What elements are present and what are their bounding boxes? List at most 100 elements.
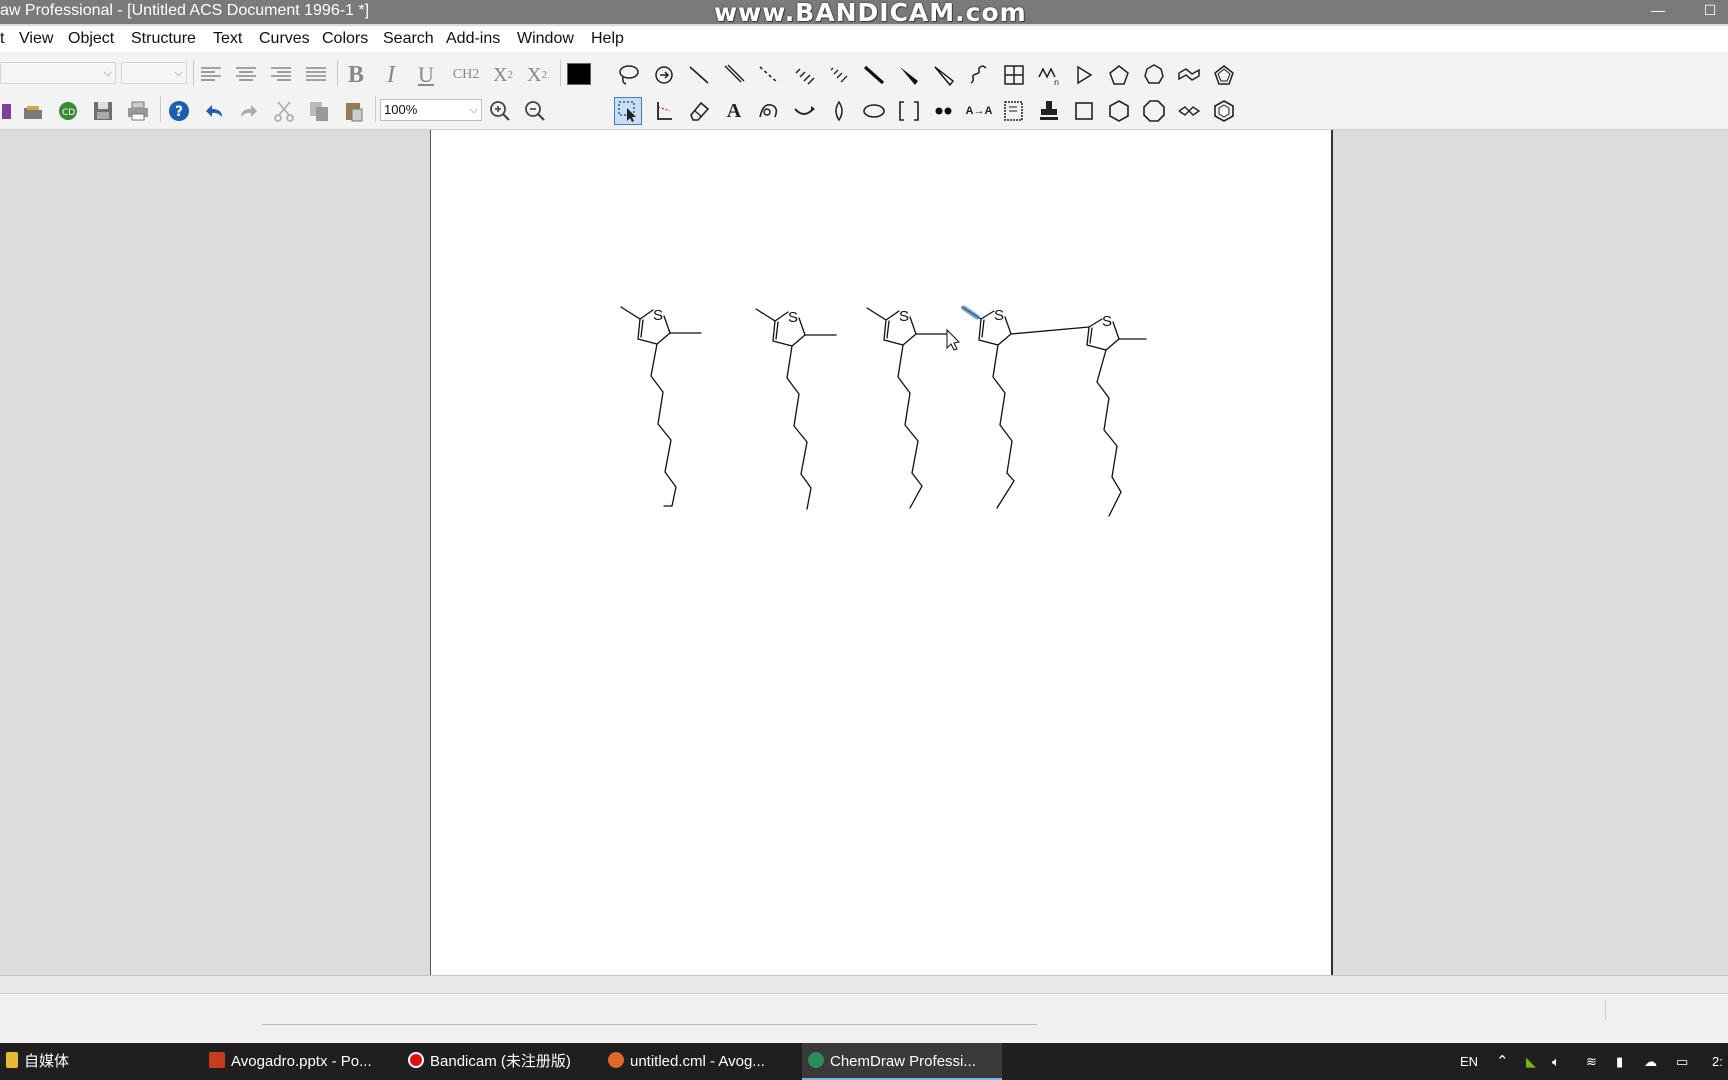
rotate-icon[interactable] bbox=[650, 61, 678, 89]
volume-icon[interactable]: 🔈︎ bbox=[1552, 1043, 1560, 1080]
align-left-icon[interactable] bbox=[197, 61, 225, 89]
bold-button[interactable]: B bbox=[342, 61, 370, 89]
undo-icon[interactable] bbox=[200, 97, 228, 125]
hexagon-ring-icon[interactable] bbox=[1105, 97, 1133, 125]
superscript-button[interactable]: X2 bbox=[523, 61, 551, 89]
cut-icon[interactable] bbox=[270, 97, 298, 125]
color-picker[interactable] bbox=[567, 63, 591, 85]
subscript-button[interactable]: X2 bbox=[489, 61, 517, 89]
pen-tool-icon[interactable] bbox=[755, 97, 783, 125]
wedge-bond-icon[interactable] bbox=[895, 61, 923, 89]
arrow-tool-icon[interactable] bbox=[790, 97, 818, 125]
drawing-elements-icon[interactable] bbox=[860, 97, 888, 125]
menu-window[interactable]: Window bbox=[517, 26, 574, 52]
menu-edit[interactable]: t bbox=[0, 26, 4, 52]
taskbar-item-chemdraw[interactable]: ChemDraw Professi... bbox=[802, 1043, 1002, 1080]
orbital-tool-icon[interactable] bbox=[825, 97, 853, 125]
clock[interactable]: 2: bbox=[1712, 1043, 1723, 1080]
chemdraw-window: aw Professional - [Untitled ACS Document… bbox=[0, 0, 1728, 1080]
templates-stamp-icon[interactable] bbox=[1035, 97, 1063, 125]
wifi-icon[interactable]: ≋ bbox=[1586, 1043, 1597, 1080]
bond-length-tool-icon[interactable] bbox=[650, 97, 678, 125]
zoom-select[interactable]: 100% ⌵ bbox=[380, 99, 482, 121]
help-icon[interactable]: ? bbox=[165, 97, 193, 125]
pentagon-ring-icon[interactable] bbox=[1105, 61, 1133, 89]
cloud-sync-icon[interactable]: ☁ bbox=[1644, 1043, 1657, 1080]
molecule-hexylthiophene-2[interactable] bbox=[755, 308, 837, 510]
hollow-wedge-icon[interactable] bbox=[930, 61, 958, 89]
rectangle-icon[interactable] bbox=[1070, 97, 1098, 125]
bold-bond-icon[interactable] bbox=[860, 61, 888, 89]
taskbar-item-folder[interactable]: 自媒体 bbox=[0, 1043, 170, 1080]
double-bond-icon[interactable] bbox=[720, 61, 748, 89]
justify-icon[interactable] bbox=[302, 61, 330, 89]
eraser-icon[interactable] bbox=[685, 97, 713, 125]
italic-button[interactable]: I bbox=[377, 61, 405, 89]
menu-search[interactable]: Search bbox=[383, 26, 434, 52]
microphone-icon[interactable]: ▮ bbox=[1616, 1043, 1623, 1080]
menu-help[interactable]: Help bbox=[591, 26, 624, 52]
heptagon-ring-icon[interactable] bbox=[1140, 61, 1168, 89]
font-family-select[interactable]: ⌵ bbox=[0, 62, 116, 84]
table-icon[interactable] bbox=[1000, 61, 1028, 89]
show-hidden-icons-icon[interactable]: ⌃ bbox=[1496, 1043, 1509, 1080]
cyclohexane-chair-icon[interactable] bbox=[1175, 61, 1203, 89]
chemical-symbols-icon[interactable] bbox=[930, 97, 958, 125]
redo-icon[interactable] bbox=[235, 97, 263, 125]
menu-add-ins[interactable]: Add-ins bbox=[446, 26, 500, 52]
align-center-icon[interactable] bbox=[232, 61, 260, 89]
nvidia-icon[interactable]: ◣ bbox=[1526, 1043, 1536, 1080]
play-arrow-icon[interactable] bbox=[1070, 61, 1098, 89]
svg-text:CD: CD bbox=[62, 108, 75, 118]
single-bond-icon[interactable] bbox=[685, 61, 713, 89]
battery-icon[interactable]: ▭ bbox=[1676, 1043, 1688, 1080]
menu-curves[interactable]: Curves bbox=[259, 26, 310, 52]
marquee-select-icon[interactable] bbox=[614, 97, 642, 125]
wavy-bond-icon[interactable] bbox=[965, 61, 993, 89]
zoom-out-icon[interactable] bbox=[521, 97, 549, 125]
open-icon[interactable] bbox=[19, 97, 47, 125]
paste-icon[interactable] bbox=[340, 97, 368, 125]
molecule-bithiophene-dimer[interactable] bbox=[961, 306, 1147, 517]
selected-bond-highlight[interactable] bbox=[961, 305, 980, 320]
query-tool-icon[interactable] bbox=[1000, 97, 1028, 125]
menu-structure[interactable]: Structure bbox=[131, 26, 196, 52]
chain-icon[interactable]: n bbox=[1035, 61, 1063, 89]
reaction-label-icon[interactable]: A→A bbox=[965, 97, 993, 125]
input-language[interactable]: EN bbox=[1460, 1043, 1478, 1080]
formula-button[interactable]: CH2 bbox=[452, 61, 480, 89]
cyclohexane-boat-icon[interactable] bbox=[1175, 97, 1203, 125]
cyclopentadiene-icon[interactable] bbox=[1210, 61, 1238, 89]
drawing-canvas[interactable]: S S S S S bbox=[431, 130, 1334, 975]
document-page[interactable]: S S S S S bbox=[430, 130, 1333, 975]
underline-button[interactable]: U bbox=[412, 61, 440, 89]
save-icon[interactable] bbox=[89, 97, 117, 125]
taskbar-item-avogadro[interactable]: untitled.cml - Avog... bbox=[602, 1043, 800, 1080]
taskbar-item-bandicam[interactable]: Bandicam (未注册版) bbox=[402, 1043, 602, 1080]
zoom-in-icon[interactable] bbox=[486, 97, 514, 125]
align-right-icon[interactable] bbox=[267, 61, 295, 89]
horizontal-scrollbar[interactable] bbox=[0, 975, 1728, 993]
benzene-ring-icon[interactable] bbox=[1210, 97, 1238, 125]
text-tool-button[interactable]: A bbox=[720, 97, 748, 125]
molecule-hexylthiophene-1[interactable] bbox=[620, 306, 702, 507]
octagon-ring-icon[interactable] bbox=[1140, 97, 1168, 125]
brackets-icon[interactable] bbox=[895, 97, 923, 125]
menu-object[interactable]: Object bbox=[68, 26, 114, 52]
font-size-select[interactable]: ⌵ bbox=[121, 62, 187, 84]
menu-colors[interactable]: Colors bbox=[322, 26, 368, 52]
menu-view[interactable]: View bbox=[19, 26, 53, 52]
folder-icon bbox=[6, 1052, 18, 1068]
copy-icon[interactable] bbox=[305, 97, 333, 125]
maximize-button[interactable]: ☐ bbox=[1690, 0, 1728, 24]
taskbar-item-powerpoint[interactable]: Avogadro.pptx - Po... bbox=[203, 1043, 398, 1080]
molecule-hexylthiophene-3[interactable] bbox=[866, 307, 948, 509]
print-icon[interactable] bbox=[124, 97, 152, 125]
menu-text[interactable]: Text bbox=[213, 26, 242, 52]
dashed-bond-icon[interactable] bbox=[755, 61, 783, 89]
minimize-button[interactable]: — bbox=[1638, 0, 1678, 24]
hashed-wedge-icon[interactable] bbox=[825, 61, 853, 89]
lasso-icon[interactable] bbox=[615, 61, 643, 89]
cloud-open-icon[interactable]: CD bbox=[54, 97, 82, 125]
hashed-bond-icon[interactable] bbox=[790, 61, 818, 89]
